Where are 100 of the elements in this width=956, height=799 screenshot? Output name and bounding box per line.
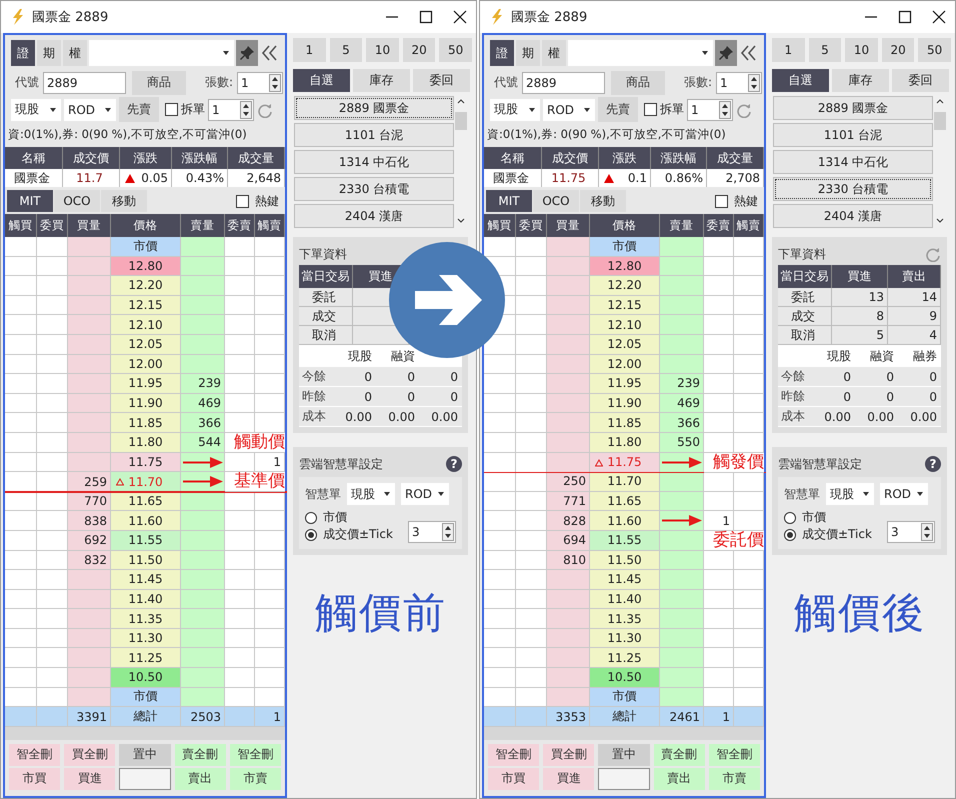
- order-button[interactable]: 市賣: [230, 768, 281, 790]
- order-button[interactable]: 智全刪: [488, 744, 540, 766]
- input-field[interactable]: [598, 768, 650, 790]
- order-tab[interactable]: OCO: [54, 190, 100, 212]
- input-field[interactable]: [119, 768, 171, 790]
- time-in-force-dropdown[interactable]: ROD: [880, 483, 928, 505]
- order-button[interactable]: 賣全刪: [654, 744, 705, 766]
- checkbox[interactable]: [236, 194, 249, 208]
- list-tab[interactable]: 自選: [293, 69, 350, 92]
- order-button[interactable]: 市買: [9, 768, 60, 790]
- watchlist-item[interactable]: 1314 中石化: [773, 150, 933, 174]
- order-type-dropdown[interactable]: 現股: [826, 483, 874, 505]
- center-button[interactable]: 置中: [119, 744, 171, 766]
- horizontal-scrollbar[interactable]: [484, 726, 764, 740]
- code-field[interactable]: 2889: [43, 72, 126, 94]
- list-tab[interactable]: 庫存: [353, 69, 410, 92]
- order-button[interactable]: 市買: [488, 768, 540, 790]
- list-tab[interactable]: 委回: [413, 69, 470, 92]
- order-tab[interactable]: OCO: [533, 190, 579, 212]
- market-tab[interactable]: 期: [516, 40, 540, 66]
- order-button[interactable]: 買進: [64, 768, 116, 790]
- order-tab[interactable]: MIT: [486, 190, 532, 212]
- quantity-button[interactable]: 50: [918, 38, 951, 62]
- time-in-force-dropdown[interactable]: ROD: [64, 98, 116, 120]
- order-button[interactable]: 智全刪: [9, 744, 60, 766]
- order-button[interactable]: 買全刪: [64, 744, 116, 766]
- product-button[interactable]: 商品: [132, 70, 186, 94]
- watchlist-item[interactable]: 1101 台泥: [773, 123, 933, 147]
- split-quantity-field[interactable]: 1: [208, 98, 254, 120]
- market-tab[interactable]: 權: [63, 40, 87, 66]
- pin-icon[interactable]: [718, 45, 734, 61]
- center-button[interactable]: 置中: [598, 744, 650, 766]
- radio-button[interactable]: [305, 528, 317, 540]
- double-chevron-icon[interactable]: [260, 44, 278, 62]
- quantity-button[interactable]: 5: [330, 38, 362, 62]
- code-field[interactable]: 2889: [522, 72, 605, 94]
- sell-first-button[interactable]: 先賣: [119, 97, 159, 122]
- quantity-button[interactable]: 50: [439, 38, 472, 62]
- order-type-dropdown[interactable]: 現股: [11, 98, 61, 120]
- radio-button[interactable]: [784, 528, 796, 540]
- order-button[interactable]: 買全刪: [543, 744, 594, 766]
- order-button[interactable]: 賣出: [174, 768, 226, 790]
- time-in-force-dropdown[interactable]: ROD: [543, 98, 595, 120]
- watchlist-item[interactable]: 2330 台積電: [294, 177, 454, 201]
- checkbox[interactable]: [715, 194, 728, 208]
- watchlist-item[interactable]: 1101 台泥: [294, 123, 454, 147]
- quantity-button[interactable]: 20: [402, 38, 436, 62]
- quantity-button[interactable]: 5: [808, 38, 842, 62]
- list-tab[interactable]: 委回: [892, 69, 949, 92]
- quantity-button[interactable]: 10: [366, 38, 399, 62]
- order-tab[interactable]: 移動: [580, 190, 626, 212]
- up-down-arrows-icon[interactable]: [748, 74, 760, 92]
- watchlist-item[interactable]: 2889 國票金: [294, 96, 454, 120]
- help-button[interactable]: ?: [446, 456, 462, 472]
- product-button[interactable]: 商品: [611, 70, 665, 94]
- up-down-arrows-icon[interactable]: [921, 523, 933, 541]
- watchlist-item[interactable]: 2330 台積電: [773, 177, 933, 201]
- order-button[interactable]: 智全刪: [230, 744, 281, 766]
- market-tab[interactable]: 證: [490, 40, 514, 66]
- pin-button[interactable]: [715, 40, 737, 66]
- market-tab[interactable]: 期: [37, 40, 61, 66]
- tick-field[interactable]: 3: [887, 521, 935, 543]
- list-tab[interactable]: 庫存: [832, 69, 889, 92]
- up-down-arrows-icon[interactable]: [442, 523, 454, 541]
- order-button[interactable]: 市賣: [708, 768, 760, 790]
- sell-first-button[interactable]: 先賣: [598, 97, 638, 122]
- watchlist-item[interactable]: 1314 中石化: [294, 150, 454, 174]
- list-tab[interactable]: 自選: [772, 69, 829, 92]
- quantity-field[interactable]: 1: [716, 72, 762, 94]
- quantity-button[interactable]: 20: [882, 38, 914, 62]
- split-quantity-field[interactable]: 1: [687, 98, 733, 120]
- double-chevron-icon[interactable]: [739, 44, 757, 62]
- order-button[interactable]: 買進: [543, 768, 594, 790]
- watchlist-item[interactable]: 2404 漢唐: [773, 204, 933, 228]
- watchlist-item[interactable]: 2404 漢唐: [294, 204, 454, 228]
- market-tab[interactable]: 證: [11, 40, 35, 66]
- help-button[interactable]: ?: [925, 456, 941, 472]
- pin-button[interactable]: [236, 40, 258, 66]
- time-in-force-dropdown[interactable]: ROD: [401, 483, 449, 505]
- checkbox[interactable]: [165, 103, 178, 116]
- tick-field[interactable]: 3: [408, 521, 456, 543]
- market-tab[interactable]: 權: [542, 40, 566, 66]
- up-down-arrows-icon[interactable]: [269, 74, 281, 92]
- order-button[interactable]: 智全刪: [708, 744, 760, 766]
- quantity-button[interactable]: 10: [845, 38, 878, 62]
- order-type-dropdown[interactable]: 現股: [490, 98, 540, 120]
- order-tab[interactable]: MIT: [7, 190, 53, 212]
- up-down-arrows-icon[interactable]: [240, 100, 252, 118]
- quantity-button[interactable]: 1: [293, 38, 326, 62]
- order-type-dropdown[interactable]: 現股: [347, 483, 395, 505]
- quantity-field[interactable]: 1: [237, 72, 283, 94]
- pin-icon[interactable]: [239, 45, 255, 61]
- checkbox[interactable]: [644, 103, 657, 116]
- order-tab[interactable]: 移動: [101, 190, 147, 212]
- up-down-arrows-icon[interactable]: [719, 100, 731, 118]
- radio-button[interactable]: [784, 512, 796, 524]
- order-button[interactable]: 賣全刪: [174, 744, 226, 766]
- radio-button[interactable]: [305, 512, 317, 524]
- watchlist-item[interactable]: 2889 國票金: [773, 96, 933, 120]
- quantity-button[interactable]: 1: [772, 38, 805, 62]
